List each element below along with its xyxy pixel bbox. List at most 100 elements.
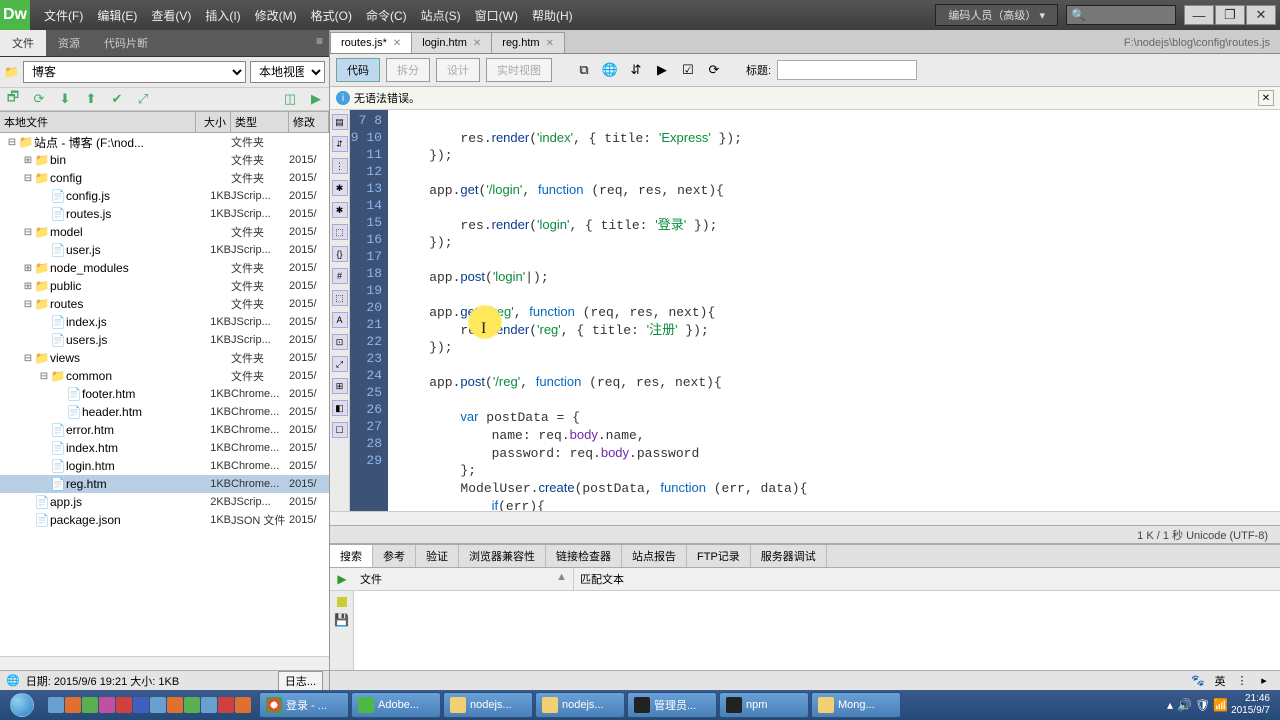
site-selector[interactable]: 博客 [23, 61, 246, 83]
bottom-tab[interactable]: 搜索 [330, 545, 373, 567]
connect-icon[interactable]: 🗗 [4, 90, 22, 108]
play-icon[interactable]: ▶ [337, 572, 346, 586]
vr-globe-icon[interactable]: 🌐 [600, 60, 620, 80]
taskbar-item[interactable]: npm [719, 692, 809, 718]
tree-row[interactable]: 📄error.htm1KBChrome...2015/ [0, 421, 329, 439]
tree-row[interactable]: 📄footer.htm1KBChrome...2015/ [0, 385, 329, 403]
si-13[interactable]: ⊞ [332, 378, 348, 394]
tree-row[interactable]: ⊟📁model文件夹2015/ [0, 223, 329, 241]
tray-arrow-icon[interactable]: ▸ [1256, 673, 1272, 689]
ql-icon[interactable] [235, 697, 251, 713]
taskbar-item[interactable]: 登录 - ... [259, 692, 349, 718]
tray-icon[interactable]: 🛡 [1195, 698, 1209, 712]
tray-lang-icon[interactable]: 英 [1212, 673, 1228, 689]
ql-icon[interactable] [150, 697, 166, 713]
document-tab[interactable]: login.htm✕ [411, 32, 492, 53]
menu-item[interactable]: 格式(O) [305, 3, 358, 28]
view-code-button[interactable]: 代码 [336, 58, 380, 82]
ql-icon[interactable] [116, 697, 132, 713]
taskbar-clock[interactable]: 21:462015/9/7 [1231, 693, 1276, 717]
view-selector[interactable]: 本地视图 [250, 61, 325, 83]
bottom-tab[interactable]: 服务器调试 [751, 545, 827, 567]
msg-close-icon[interactable]: ✕ [1258, 90, 1274, 106]
taskbar-item[interactable]: 管理员... [627, 692, 717, 718]
file-tree[interactable]: ⊟📁站点 - 博客 (F:\nod...文件夹⊞📁bin文件夹2015/ ⊟📁co… [0, 133, 329, 656]
si-3[interactable]: ⋮ [332, 158, 348, 174]
editor-hscroll[interactable] [330, 511, 1280, 525]
tray-up-icon[interactable]: ▴ [1167, 698, 1173, 712]
tree-row[interactable]: 📄login.htm1KBChrome...2015/ [0, 457, 329, 475]
tray-icon[interactable]: 📶 [1213, 698, 1227, 712]
si-6[interactable]: ⬚ [332, 224, 348, 240]
menu-item[interactable]: 窗口(W) [469, 3, 524, 28]
si-1[interactable]: ▤ [332, 114, 348, 130]
menu-item[interactable]: 编辑(E) [91, 3, 143, 28]
ql-icon[interactable] [99, 697, 115, 713]
tree-row[interactable]: ⊟📁站点 - 博客 (F:\nod...文件夹 [0, 133, 329, 151]
bottom-tab[interactable]: 链接检查器 [546, 545, 622, 567]
vr-icon-5[interactable]: ☑ [678, 60, 698, 80]
document-tab[interactable]: reg.htm✕ [491, 32, 565, 53]
tree-row[interactable]: 📄package.json1KBJSON 文件2015/ [0, 511, 329, 529]
menu-item[interactable]: 文件(F) [38, 3, 89, 28]
line-gutter[interactable]: 7 8 9 10 11 12 13 14 15 16 17 18 19 20 2… [350, 110, 388, 511]
close-button[interactable]: ✕ [1246, 5, 1276, 25]
si-11[interactable]: ⊡ [332, 334, 348, 350]
menu-item[interactable]: 插入(I) [199, 3, 246, 28]
taskbar-item[interactable]: nodejs... [535, 692, 625, 718]
vr-icon-3[interactable]: ⇵ [626, 60, 646, 80]
ql-icon[interactable] [201, 697, 217, 713]
tree-row[interactable]: ⊟📁common文件夹2015/ [0, 367, 329, 385]
tab-close-icon[interactable]: ✕ [473, 38, 481, 49]
ql-icon[interactable] [167, 697, 183, 713]
globe-icon[interactable]: 🌐 [6, 674, 20, 687]
si-2[interactable]: ⮃ [332, 136, 348, 152]
si-12[interactable]: ⤢ [332, 356, 348, 372]
refresh-icon[interactable]: ⟳ [30, 90, 48, 108]
vr-icon-1[interactable]: ⧉ [574, 60, 594, 80]
tree-row[interactable]: ⊟📁views文件夹2015/ [0, 349, 329, 367]
tree-row[interactable]: 📄index.js1KBJScrip...2015/ [0, 313, 329, 331]
vr-icon-4[interactable]: ▶ [652, 60, 672, 80]
tray-more-icon[interactable]: ⋮ [1234, 673, 1250, 689]
menu-item[interactable]: 查看(V) [145, 3, 197, 28]
tree-row[interactable]: ⊞📁node_modules文件夹2015/ [0, 259, 329, 277]
tab-close-icon[interactable]: ✕ [546, 38, 554, 49]
menu-item[interactable]: 站点(S) [415, 3, 467, 28]
tray-paw-icon[interactable]: 🐾 [1190, 673, 1206, 689]
vr-refresh-icon[interactable]: ⟳ [704, 60, 724, 80]
si-9[interactable]: ⬚ [332, 290, 348, 306]
si-10[interactable]: A [332, 312, 348, 328]
tree-row[interactable]: 📄config.js1KBJScrip...2015/ [0, 187, 329, 205]
si-7[interactable]: {} [332, 246, 348, 262]
tree-row[interactable]: 📄users.js1KBJScrip...2015/ [0, 331, 329, 349]
bottom-tab[interactable]: FTP记录 [687, 545, 751, 567]
tab-close-icon[interactable]: ✕ [393, 38, 401, 49]
bottom-tab[interactable]: 参考 [373, 545, 416, 567]
taskbar-item[interactable]: Mong... [811, 692, 901, 718]
tree-row[interactable]: 📄user.js1KBJScrip...2015/ [0, 241, 329, 259]
log-button[interactable]: 日志... [278, 671, 323, 691]
bottom-tab[interactable]: 验证 [416, 545, 459, 567]
tree-row[interactable]: 📄header.htm1KBChrome...2015/ [0, 403, 329, 421]
document-tab[interactable]: routes.js*✕ [330, 32, 412, 53]
view-live-button[interactable]: 实时视图 [486, 58, 552, 82]
collapse-icon[interactable]: ▶ [307, 90, 325, 108]
bp-col-file[interactable]: 文件 ▲ [354, 568, 574, 590]
minimize-button[interactable]: — [1184, 5, 1214, 25]
maximize-button[interactable]: ❐ [1215, 5, 1245, 25]
put-icon[interactable]: ⬆ [82, 90, 100, 108]
ql-icon[interactable] [65, 697, 81, 713]
menu-item[interactable]: 命令(C) [360, 3, 413, 28]
tree-row[interactable]: ⊞📁bin文件夹2015/ [0, 151, 329, 169]
si-14[interactable]: ◧ [332, 400, 348, 416]
tree-row[interactable]: ⊟📁routes文件夹2015/ [0, 295, 329, 313]
code-editor[interactable]: res.render('index', { title: 'Express' }… [388, 110, 1280, 511]
tree-row[interactable]: 📄app.js2KBJScrip...2015/ [0, 493, 329, 511]
bottom-tab[interactable]: 站点报告 [622, 545, 687, 567]
tree-hscroll[interactable] [0, 656, 329, 670]
ql-icon[interactable] [133, 697, 149, 713]
taskbar-item[interactable]: nodejs... [443, 692, 533, 718]
checkout-icon[interactable]: ✔ [108, 90, 126, 108]
panel-menu-icon[interactable]: ≡ [310, 30, 329, 56]
